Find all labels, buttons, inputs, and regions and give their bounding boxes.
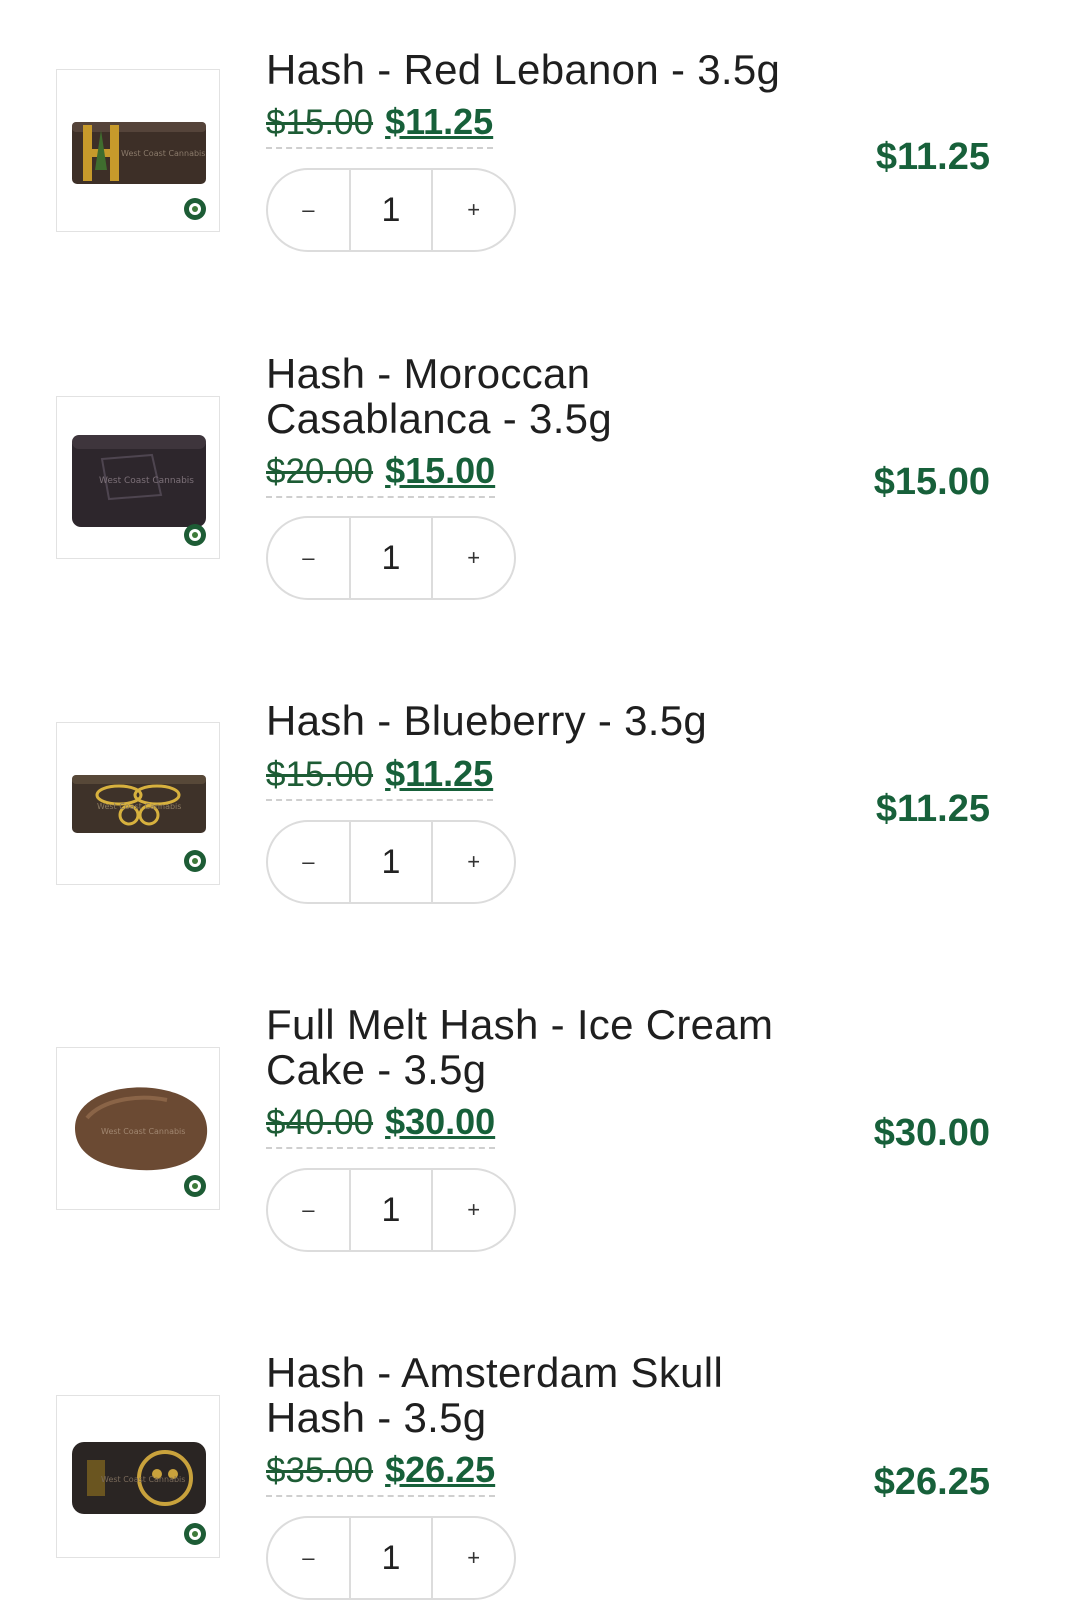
product-thumbnail[interactable]: West Coast Cannabis — [56, 1047, 220, 1210]
line-total: $30.00 — [873, 1112, 990, 1154]
line-total: $15.00 — [873, 461, 990, 503]
hash-brick-image: West Coast Cannabis — [72, 775, 206, 872]
hash-ball-image: West Coast Cannabis — [75, 1087, 208, 1197]
svg-text:West Coast Cannabis: West Coast Cannabis — [101, 1475, 185, 1484]
product-thumbnail[interactable]: West Coast Cannabis — [56, 722, 220, 885]
original-price: $15.00 — [266, 755, 374, 794]
price-block: $20.00 $15.00 — [266, 450, 496, 498]
increase-quantity-button[interactable]: + — [433, 170, 514, 250]
increase-quantity-button[interactable]: + — [433, 518, 514, 598]
quantity-stepper: – 1 + — [266, 1516, 516, 1600]
product-title[interactable]: Hash - Moroccan Casablanca - 3.5g — [266, 351, 826, 441]
price-block: $40.00 $30.00 — [266, 1101, 496, 1149]
product-title[interactable]: Hash - Blueberry - 3.5g — [266, 698, 826, 743]
decrease-quantity-button[interactable]: – — [268, 1170, 349, 1250]
sale-price: $15.00 — [385, 450, 496, 491]
decrease-quantity-button[interactable]: – — [268, 1518, 349, 1598]
increase-quantity-button[interactable]: + — [433, 822, 514, 902]
product-title[interactable]: Full Melt Hash - Ice Cream Cake - 3.5g — [266, 1002, 826, 1092]
quantity-input[interactable]: 1 — [348, 1518, 434, 1598]
quantity-input[interactable]: 1 — [348, 170, 434, 250]
quantity-stepper: – 1 + — [266, 168, 516, 252]
product-thumbnail[interactable]: West Coast Cannabis — [56, 1395, 220, 1558]
svg-text:West Coast Cannabis: West Coast Cannabis — [101, 1127, 185, 1136]
svg-text:West Coast Cannabis: West Coast Cannabis — [99, 476, 194, 486]
sale-price: $30.00 — [385, 1101, 496, 1142]
original-price: $20.00 — [266, 452, 374, 491]
decrease-quantity-button[interactable]: – — [268, 518, 349, 598]
svg-text:West Coast Cannabis: West Coast Cannabis — [121, 149, 205, 158]
hash-brick-image: West Coast Cannabis — [72, 122, 206, 220]
quantity-input[interactable]: 1 — [348, 1170, 434, 1250]
line-total: $11.25 — [875, 788, 990, 830]
quantity-stepper: – 1 + — [266, 1168, 516, 1252]
original-price: $15.00 — [266, 103, 374, 142]
price-block: $15.00 $11.25 — [266, 101, 494, 149]
line-total: $11.25 — [875, 136, 990, 178]
increase-quantity-button[interactable]: + — [433, 1518, 514, 1598]
price-block: $35.00 $26.25 — [266, 1449, 496, 1497]
sale-price: $11.25 — [385, 101, 494, 142]
increase-quantity-button[interactable]: + — [433, 1170, 514, 1250]
hash-skull-image: West Coast Cannabis — [72, 1442, 206, 1545]
decrease-quantity-button[interactable]: – — [268, 822, 349, 902]
product-thumbnail[interactable]: West Coast Cannabis — [56, 396, 220, 559]
product-thumbnail[interactable]: West Coast Cannabis — [56, 69, 220, 232]
sale-price: $11.25 — [385, 753, 494, 794]
quantity-input[interactable]: 1 — [348, 822, 434, 902]
hash-brick-image: West Coast Cannabis — [72, 435, 206, 546]
price-block: $15.00 $11.25 — [266, 753, 494, 801]
sale-price: $26.25 — [385, 1449, 496, 1490]
svg-text:West Coast Cannabis: West Coast Cannabis — [97, 802, 181, 811]
quantity-input[interactable]: 1 — [348, 518, 434, 598]
original-price: $35.00 — [266, 1451, 374, 1490]
quantity-stepper: – 1 + — [266, 516, 516, 600]
decrease-quantity-button[interactable]: – — [268, 170, 349, 250]
product-title[interactable]: Hash - Amsterdam Skull Hash - 3.5g — [266, 1350, 826, 1440]
line-total: $26.25 — [873, 1461, 990, 1503]
product-title[interactable]: Hash - Red Lebanon - 3.5g — [266, 47, 826, 92]
original-price: $40.00 — [266, 1103, 374, 1142]
quantity-stepper: – 1 + — [266, 820, 516, 904]
